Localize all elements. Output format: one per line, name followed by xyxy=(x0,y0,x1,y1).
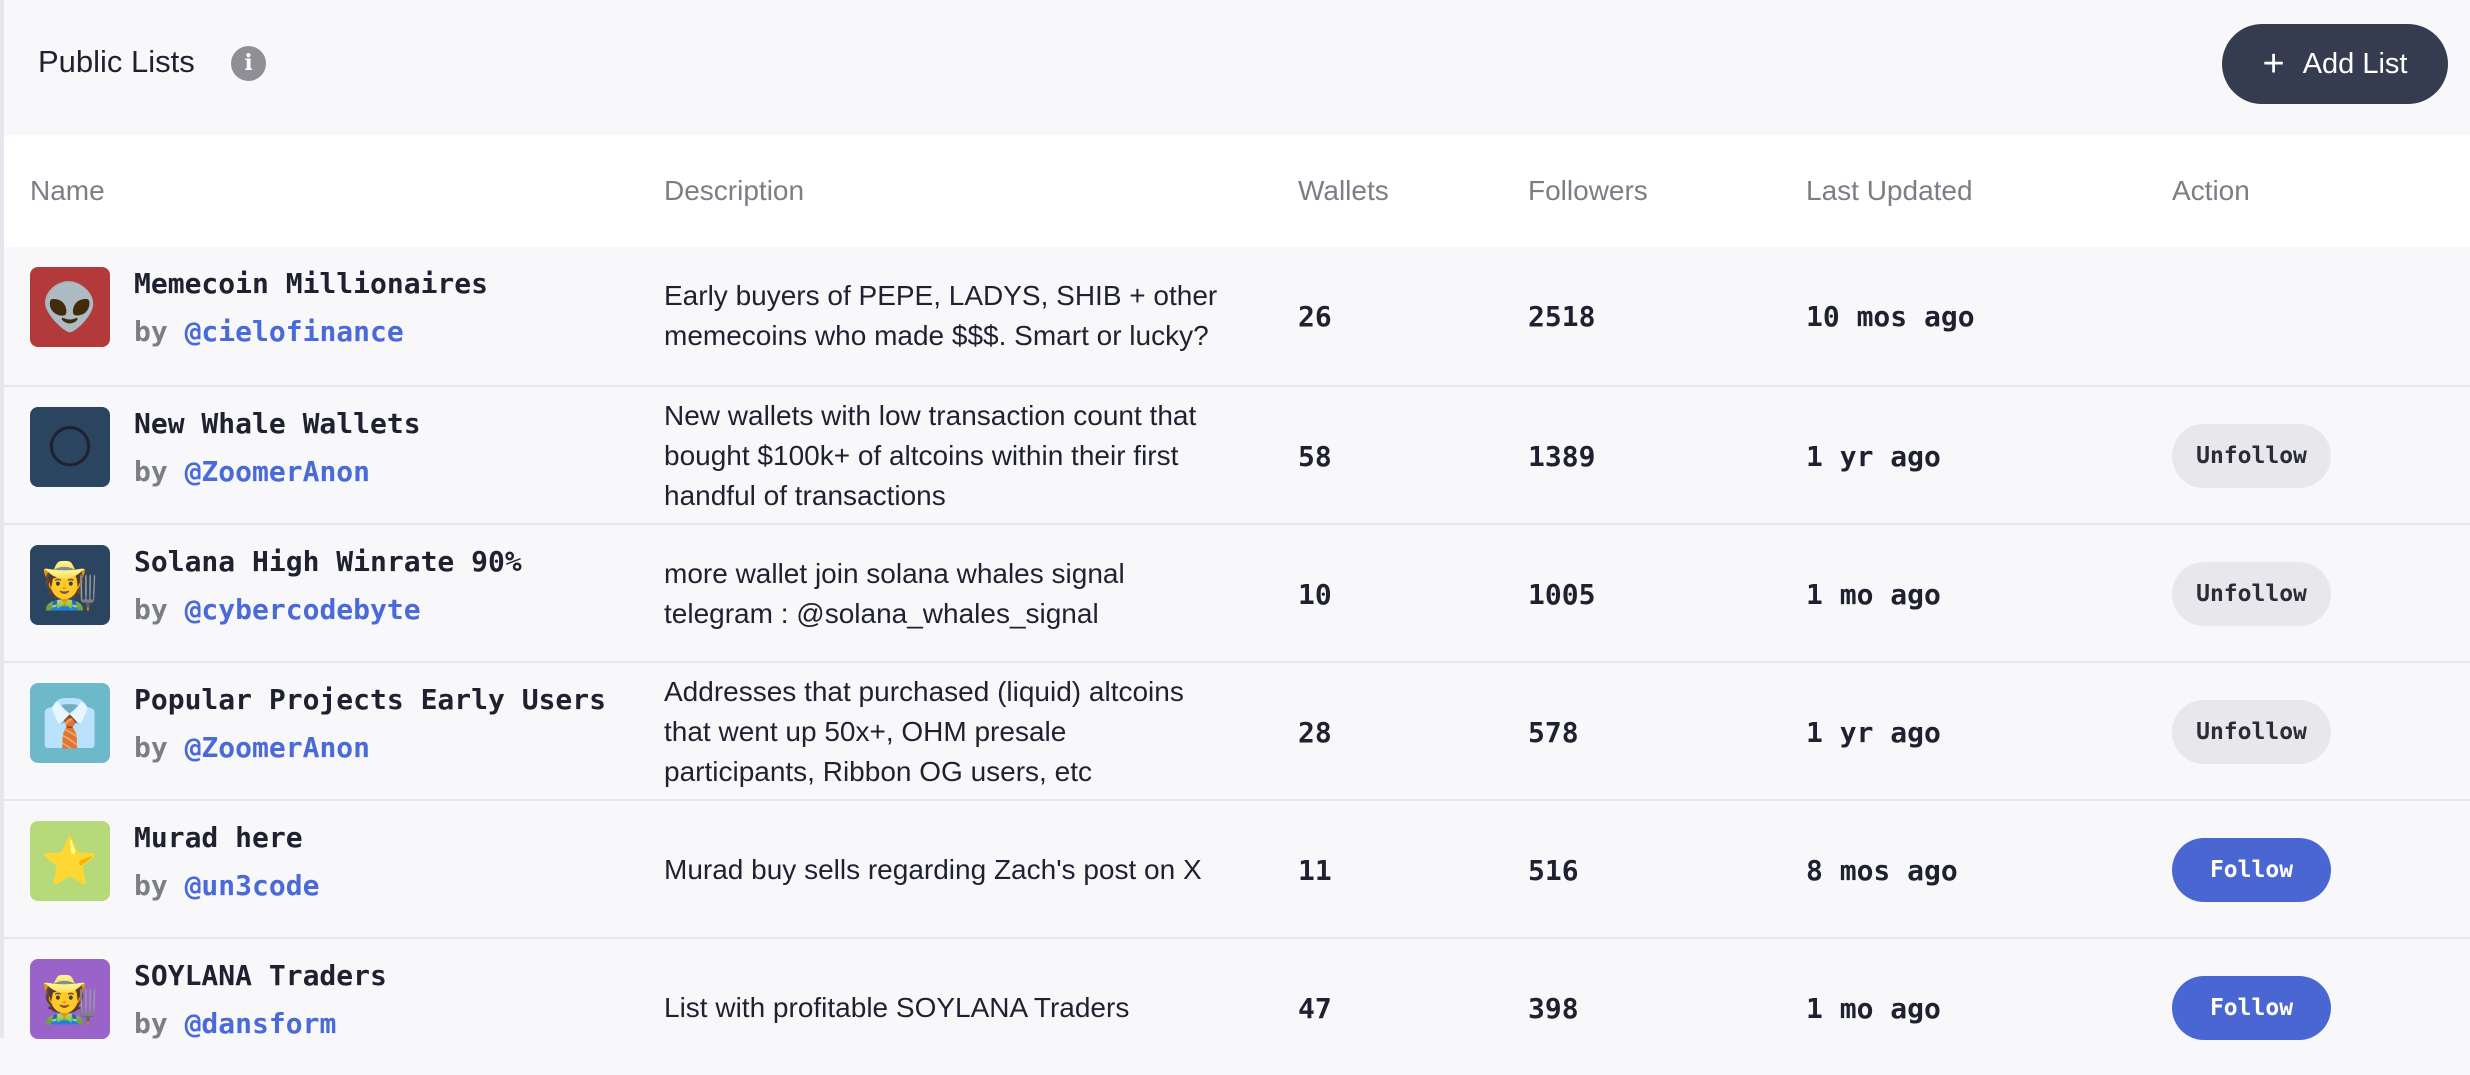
unfollow-button[interactable]: Unfollow xyxy=(2172,424,2331,488)
followers-count: 516 xyxy=(1528,854,1579,887)
list-avatar: ⭐ xyxy=(30,821,110,901)
last-updated: 1 mo ago xyxy=(1806,578,1941,611)
table-row[interactable]: ⭐ Murad here by @un3code Murad buy sells re… xyxy=(4,799,2470,937)
list-avatar: 🧑‍🌾 xyxy=(30,545,110,625)
wallets-count: 28 xyxy=(1298,716,1332,749)
author-handle-link[interactable]: @ZoomerAnon xyxy=(185,731,370,764)
list-avatar: 🧑‍🌾 xyxy=(30,959,110,1039)
followers-count: 2518 xyxy=(1528,300,1596,333)
wallets-count: 10 xyxy=(1298,578,1332,611)
list-description: List with profitable SOYLANA Traders xyxy=(664,988,1264,1028)
page-title: Public Lists xyxy=(38,44,195,79)
page-header: Public Lists i + Add List xyxy=(4,0,2470,135)
last-updated: 1 mo ago xyxy=(1806,992,1941,1025)
description-line: New wallets with low transaction count t… xyxy=(664,400,1197,431)
description-line: List with profitable SOYLANA Traders xyxy=(664,992,1130,1023)
list-author: by @ZoomerAnon xyxy=(134,731,370,764)
list-avatar: 👔 xyxy=(30,683,110,763)
wallets-count: 11 xyxy=(1298,854,1332,887)
by-label: by xyxy=(134,1007,168,1040)
lists-table: Name Description Wallets Followers Last … xyxy=(4,135,2470,1075)
wallets-count: 47 xyxy=(1298,992,1332,1025)
column-header-last-updated[interactable]: Last Updated xyxy=(1806,175,1973,207)
list-description: Addresses that purchased (liquid) altcoi… xyxy=(664,672,1264,792)
unfollow-button[interactable]: Unfollow xyxy=(2172,562,2331,626)
list-author: by @dansform xyxy=(134,1007,336,1040)
followers-count: 1389 xyxy=(1528,440,1596,473)
plus-icon: + xyxy=(2262,43,2285,85)
list-author: by @cielofinance xyxy=(134,315,404,348)
table-row[interactable]: 🧑‍🌾 SOYLANA Traders by @dansform List with … xyxy=(4,937,2470,1075)
column-header-description: Description xyxy=(664,175,805,206)
author-handle-link[interactable]: @un3code xyxy=(185,869,320,902)
list-description: New wallets with low transaction count t… xyxy=(664,396,1264,516)
last-updated: 10 mos ago xyxy=(1806,300,1975,333)
description-line: memecoins who made $$$. Smart or lucky? xyxy=(664,320,1209,351)
list-description: Early buyers of PEPE, LADYS, SHIB + othe… xyxy=(664,276,1264,356)
last-updated: 8 mos ago xyxy=(1806,854,1958,887)
author-handle-link[interactable]: @cielofinance xyxy=(185,315,404,348)
by-label: by xyxy=(134,869,168,902)
add-list-label: Add List xyxy=(2302,47,2408,80)
author-handle-link[interactable]: @dansform xyxy=(185,1007,337,1040)
description-line: bought $100k+ of altcoins within their f… xyxy=(664,440,1179,471)
followers-count: 578 xyxy=(1528,716,1579,749)
by-label: by xyxy=(134,315,168,348)
list-description: more wallet join solana whales signal tel… xyxy=(664,554,1264,634)
table-row[interactable]: 🧑‍🌾 Solana High Winrate 90% by @cybercodeb… xyxy=(4,523,2470,661)
list-avatar: 🌕 xyxy=(30,407,110,487)
description-line: participants, Ribbon OG users, etc xyxy=(664,756,1092,787)
list-name[interactable]: New Whale Wallets xyxy=(134,407,421,440)
list-name[interactable]: Murad here xyxy=(134,821,303,854)
by-label: by xyxy=(134,455,168,488)
add-list-button[interactable]: + Add List xyxy=(2222,24,2448,104)
table-row[interactable]: 🌕 New Whale Wallets by @ZoomerAnon New wall… xyxy=(4,385,2470,523)
description-line: Early buyers of PEPE, LADYS, SHIB + othe… xyxy=(664,280,1218,311)
by-label: by xyxy=(134,593,168,626)
description-line: telegram : @solana_whales_signal xyxy=(664,598,1099,629)
table-header: Name Description Wallets Followers Last … xyxy=(4,135,2470,247)
column-header-action: Action xyxy=(2172,175,2250,206)
column-header-followers[interactable]: Followers xyxy=(1528,175,1648,207)
table-row[interactable]: 👽 Memecoin Millionaires by @cielofinance Ea… xyxy=(4,247,2470,385)
follow-button[interactable]: Follow xyxy=(2172,838,2331,902)
followers-count: 398 xyxy=(1528,992,1579,1025)
author-handle-link[interactable]: @ZoomerAnon xyxy=(185,455,370,488)
description-line: handful of transactions xyxy=(664,480,946,511)
last-updated: 1 yr ago xyxy=(1806,716,1941,749)
unfollow-button[interactable]: Unfollow xyxy=(2172,700,2331,764)
wallets-count: 58 xyxy=(1298,440,1332,473)
list-author: by @ZoomerAnon xyxy=(134,455,370,488)
followers-count: 1005 xyxy=(1528,578,1596,611)
public-lists-page: Public Lists i + Add List Name Descripti… xyxy=(0,0,2470,1075)
description-line: that went up 50x+, OHM presale xyxy=(664,716,1067,747)
list-author: by @un3code xyxy=(134,869,319,902)
follow-button[interactable]: Follow xyxy=(2172,976,2331,1040)
info-icon[interactable]: i xyxy=(231,46,266,81)
list-name[interactable]: Popular Projects Early Users xyxy=(134,683,606,716)
list-name[interactable]: Solana High Winrate 90% xyxy=(134,545,522,578)
list-name[interactable]: SOYLANA Traders xyxy=(134,959,387,992)
by-label: by xyxy=(134,731,168,764)
column-header-wallets[interactable]: Wallets xyxy=(1298,175,1389,207)
description-line: Murad buy sells regarding Zach's post on… xyxy=(664,854,1202,885)
list-avatar: 👽 xyxy=(30,267,110,347)
table-row[interactable]: 👔 Popular Projects Early Users by @ZoomerA… xyxy=(4,661,2470,799)
last-updated: 1 yr ago xyxy=(1806,440,1941,473)
column-header-name[interactable]: Name xyxy=(30,175,105,207)
author-handle-link[interactable]: @cybercodebyte xyxy=(185,593,421,626)
list-author: by @cybercodebyte xyxy=(134,593,421,626)
list-description: Murad buy sells regarding Zach's post on… xyxy=(664,850,1264,890)
description-line: more wallet join solana whales signal xyxy=(664,558,1125,589)
description-line: Addresses that purchased (liquid) altcoi… xyxy=(664,676,1184,707)
list-name[interactable]: Memecoin Millionaires xyxy=(134,267,488,300)
wallets-count: 26 xyxy=(1298,300,1332,333)
